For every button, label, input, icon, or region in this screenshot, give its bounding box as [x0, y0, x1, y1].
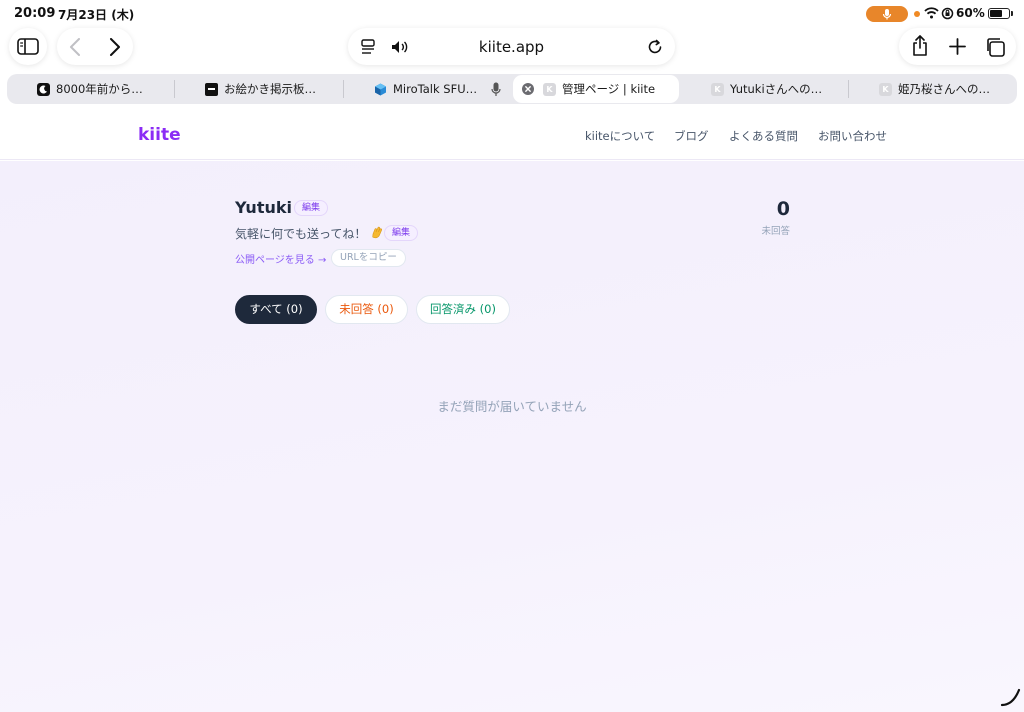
tab-item[interactable]: MiroTalk SFU…: [374, 74, 509, 104]
moon-favicon-icon: [37, 82, 50, 96]
profile-name: Yutuki: [235, 198, 292, 217]
sidebar-icon: [17, 38, 39, 55]
filter-all-button[interactable]: すべて (0): [235, 295, 317, 324]
plus-icon[interactable]: [949, 38, 966, 55]
tab-label: 8000年前から…: [56, 82, 143, 96]
status-time: 20:09: [14, 6, 56, 21]
address-text: kiite.app: [478, 38, 545, 56]
kiite-favicon-icon: K: [543, 82, 556, 96]
tab-bar: 8000年前から… お絵かき掲示板… MiroTalk SFU… K 管理ページ…: [7, 74, 1017, 104]
battery-percent: 60%: [956, 6, 985, 20]
site-header: kiite kiiteについて ブログ よくある質問 お問い合わせ: [0, 108, 1024, 160]
recording-dot-icon: [914, 11, 920, 17]
navigation-group: [57, 28, 133, 65]
nav-about[interactable]: kiiteについて: [585, 128, 655, 144]
copy-url-button[interactable]: URLをコピー: [331, 249, 406, 267]
public-page-link[interactable]: 公開ページを見る →: [235, 251, 326, 266]
forward-icon[interactable]: [109, 38, 121, 56]
tab-item[interactable]: お絵かき掲示板…: [205, 74, 345, 104]
tabs-overview-icon[interactable]: [985, 37, 1005, 57]
reload-icon[interactable]: [647, 39, 663, 55]
tab-label: お絵かき掲示板…: [224, 82, 316, 96]
orientation-lock-icon: [941, 7, 954, 20]
status-date: 7月23日 (木): [58, 8, 135, 22]
nav-faq[interactable]: よくある質問: [729, 128, 798, 144]
unanswered-count-label: 未回答: [761, 226, 790, 237]
admin-content: Yutuki 編集 気軽に何でも送ってね！ 編集 公開ページを見る → URLを…: [0, 161, 1024, 712]
pencil-hover-icon: [1000, 688, 1021, 707]
nav-blog[interactable]: ブログ: [674, 128, 709, 144]
waving-hand-icon: [372, 226, 383, 239]
kiite-favicon-icon: K: [711, 82, 724, 96]
board-favicon-icon: [205, 82, 218, 96]
tab-label: 管理ページ | kiite: [562, 82, 656, 96]
browser-toolbar: kiite.app: [0, 28, 1024, 72]
edit-bio-button[interactable]: 編集: [384, 225, 419, 241]
address-bar[interactable]: kiite.app: [348, 28, 675, 65]
filter-unanswered-button[interactable]: 未回答 (0): [325, 295, 408, 324]
sidebar-button[interactable]: [9, 28, 47, 65]
battery-icon: [988, 8, 1010, 19]
wifi-icon: [924, 7, 939, 19]
web-page: kiite kiiteについて ブログ よくある質問 お問い合わせ Yutuki…: [0, 108, 1024, 712]
back-icon[interactable]: [69, 38, 81, 56]
cube-favicon-icon: [374, 83, 387, 96]
site-logo[interactable]: kiite: [138, 125, 181, 145]
tab-item[interactable]: K 姫乃桜さんへの…: [879, 74, 1014, 104]
tab-label: Yutukiさんへの…: [730, 82, 823, 96]
status-bar: 20:09 7月23日 (木) 60%: [0, 0, 1024, 28]
action-group: [899, 28, 1016, 65]
close-tab-icon[interactable]: [522, 83, 534, 95]
microphone-icon: [882, 9, 892, 20]
tab-item[interactable]: 8000年前から…: [37, 74, 177, 104]
profile-bio: 気軽に何でも送ってね！: [235, 225, 384, 242]
tab-item[interactable]: K Yutukiさんへの…: [711, 74, 846, 104]
edit-name-button[interactable]: 編集: [294, 200, 329, 216]
filter-answered-button[interactable]: 回答済み (0): [416, 295, 510, 324]
profile-bio-text: 気軽に何でも送ってね！: [235, 227, 367, 241]
kiite-favicon-icon: K: [879, 82, 892, 96]
microphone-icon: [491, 82, 501, 96]
tab-label: 姫乃桜さんへの…: [898, 82, 990, 96]
empty-state-message: まだ質問が届いていません: [437, 399, 587, 414]
tab-item-active[interactable]: K 管理ページ | kiite: [513, 75, 679, 103]
unanswered-count: 0: [776, 198, 790, 220]
mic-indicator: [866, 6, 908, 22]
share-icon[interactable]: [911, 35, 929, 57]
tab-label: MiroTalk SFU…: [393, 82, 478, 96]
nav-contact[interactable]: お問い合わせ: [818, 128, 887, 144]
